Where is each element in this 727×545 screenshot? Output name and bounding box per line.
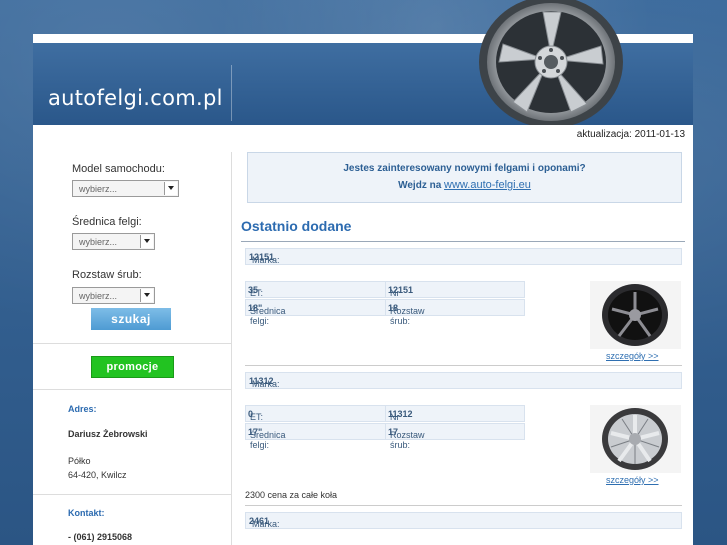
- header-wheel-image: [479, 0, 623, 125]
- spec-et: ET: 0: [245, 405, 387, 422]
- chevron-down-icon: [140, 235, 153, 248]
- main-content: Jestes zainteresowany nowymi felgami i o…: [241, 152, 685, 545]
- bolt-select-value: wybierz...: [79, 291, 118, 301]
- chevron-down-icon: [164, 182, 177, 195]
- section-rule: [241, 241, 685, 242]
- sidebar-divider: [33, 389, 231, 390]
- column-divider: [231, 152, 232, 545]
- listing-divider: [245, 365, 682, 366]
- address-title: Adres:: [68, 404, 97, 414]
- listing-marka: Marka: 11312: [249, 376, 280, 389]
- listing-marka-bar: Marka: 2461: [245, 512, 682, 529]
- diameter-select[interactable]: wybierz...: [72, 233, 155, 250]
- et-label: ET:: [250, 412, 264, 422]
- promo-banner: Jestes zainteresowany nowymi felgami i o…: [247, 152, 682, 203]
- model-select[interactable]: wybierz...: [72, 180, 179, 197]
- sidebar-divider: [33, 343, 231, 344]
- diameter-spec-label: Średnica felgi:: [250, 306, 286, 326]
- details-link[interactable]: szczegóły >>: [606, 351, 659, 361]
- spec-diameter: Średnica felgi: 18": [245, 299, 387, 326]
- search-button[interactable]: szukaj: [91, 308, 171, 330]
- spec-et: ET: 35: [245, 281, 387, 298]
- contact-title: Kontakt:: [68, 508, 105, 518]
- address-name: Dariusz Żebrowski: [68, 429, 148, 439]
- address-line1: Półko: [68, 456, 91, 466]
- listing-specs: ET: 0 Nr IDENT: 11312 Średnica felgi: 17…: [245, 405, 525, 450]
- listing-divider: [245, 505, 682, 506]
- listing-marka-bar: Marka: 12151: [245, 248, 682, 265]
- sidebar: Model samochodu: wybierz... Średnica fel…: [33, 152, 231, 545]
- chevron-down-icon: [140, 289, 153, 302]
- model-label: Model samochodu:: [72, 163, 165, 175]
- listing-specs: ET: 35 Nr IDENT: 12151 Średnica felgi: 1…: [245, 281, 525, 326]
- spec-diameter: Średnica felgi: 17": [245, 423, 387, 450]
- section-title: Ostatnio dodane: [241, 218, 352, 234]
- listing-marka-bar: Marka: 11312: [245, 372, 682, 389]
- spec-ident: Nr IDENT: 11312: [385, 405, 525, 432]
- listing-note: 2300 cena za całe koła: [245, 490, 338, 500]
- marka-label: Marka:: [252, 519, 280, 529]
- promo-button[interactable]: promocje: [91, 356, 174, 378]
- listing-marka: Marka: 2461: [249, 516, 280, 529]
- spec-bolt: Rozstaw śrub: 18: [385, 299, 525, 326]
- model-select-value: wybierz...: [79, 184, 118, 194]
- diameter-label: Średnica felgi:: [72, 216, 142, 228]
- banner-line1: Jestes zainteresowany nowymi felgami i o…: [343, 163, 586, 174]
- bolt-select[interactable]: wybierz...: [72, 287, 155, 304]
- details-link[interactable]: szczegóły >>: [606, 475, 659, 485]
- wheel-thumbnail[interactable]: [590, 405, 681, 473]
- banner-prefix: Wejdz na: [398, 180, 442, 191]
- marka-label: Marka:: [252, 379, 280, 389]
- et-label: ET:: [250, 288, 264, 298]
- wheel-thumbnail[interactable]: [590, 281, 681, 349]
- listing-marka: Marka: 12151: [249, 252, 280, 265]
- bolt-label: Rozstaw śrub:: [72, 269, 142, 281]
- spec-bolt: Rozstaw śrub: 17: [385, 423, 525, 450]
- header-divider: [231, 65, 232, 121]
- banner-line2: Wejdz na www.auto-felgi.eu: [248, 179, 681, 191]
- spec-ident: Nr IDENT: 12151: [385, 281, 525, 308]
- bolt-spec-label: Rozstaw śrub:: [390, 306, 425, 326]
- banner-link[interactable]: www.auto-felgi.eu: [444, 179, 531, 191]
- diameter-spec-label: Średnica felgi:: [250, 430, 286, 450]
- sidebar-divider: [33, 494, 231, 495]
- marka-label: Marka:: [252, 255, 280, 265]
- update-date: aktualizacja: 2011-01-13: [576, 129, 685, 140]
- contact-phone: - (061) 2915068: [68, 532, 133, 542]
- site-logo[interactable]: autofelgi.com.pl: [48, 86, 223, 110]
- diameter-select-value: wybierz...: [79, 237, 118, 247]
- page-container: autofelgi.com.pl aktualizacja: 2011-01-1…: [33, 0, 693, 545]
- bolt-spec-label: Rozstaw śrub:: [390, 430, 425, 450]
- address-line2: 64-420, Kwilcz: [68, 470, 127, 480]
